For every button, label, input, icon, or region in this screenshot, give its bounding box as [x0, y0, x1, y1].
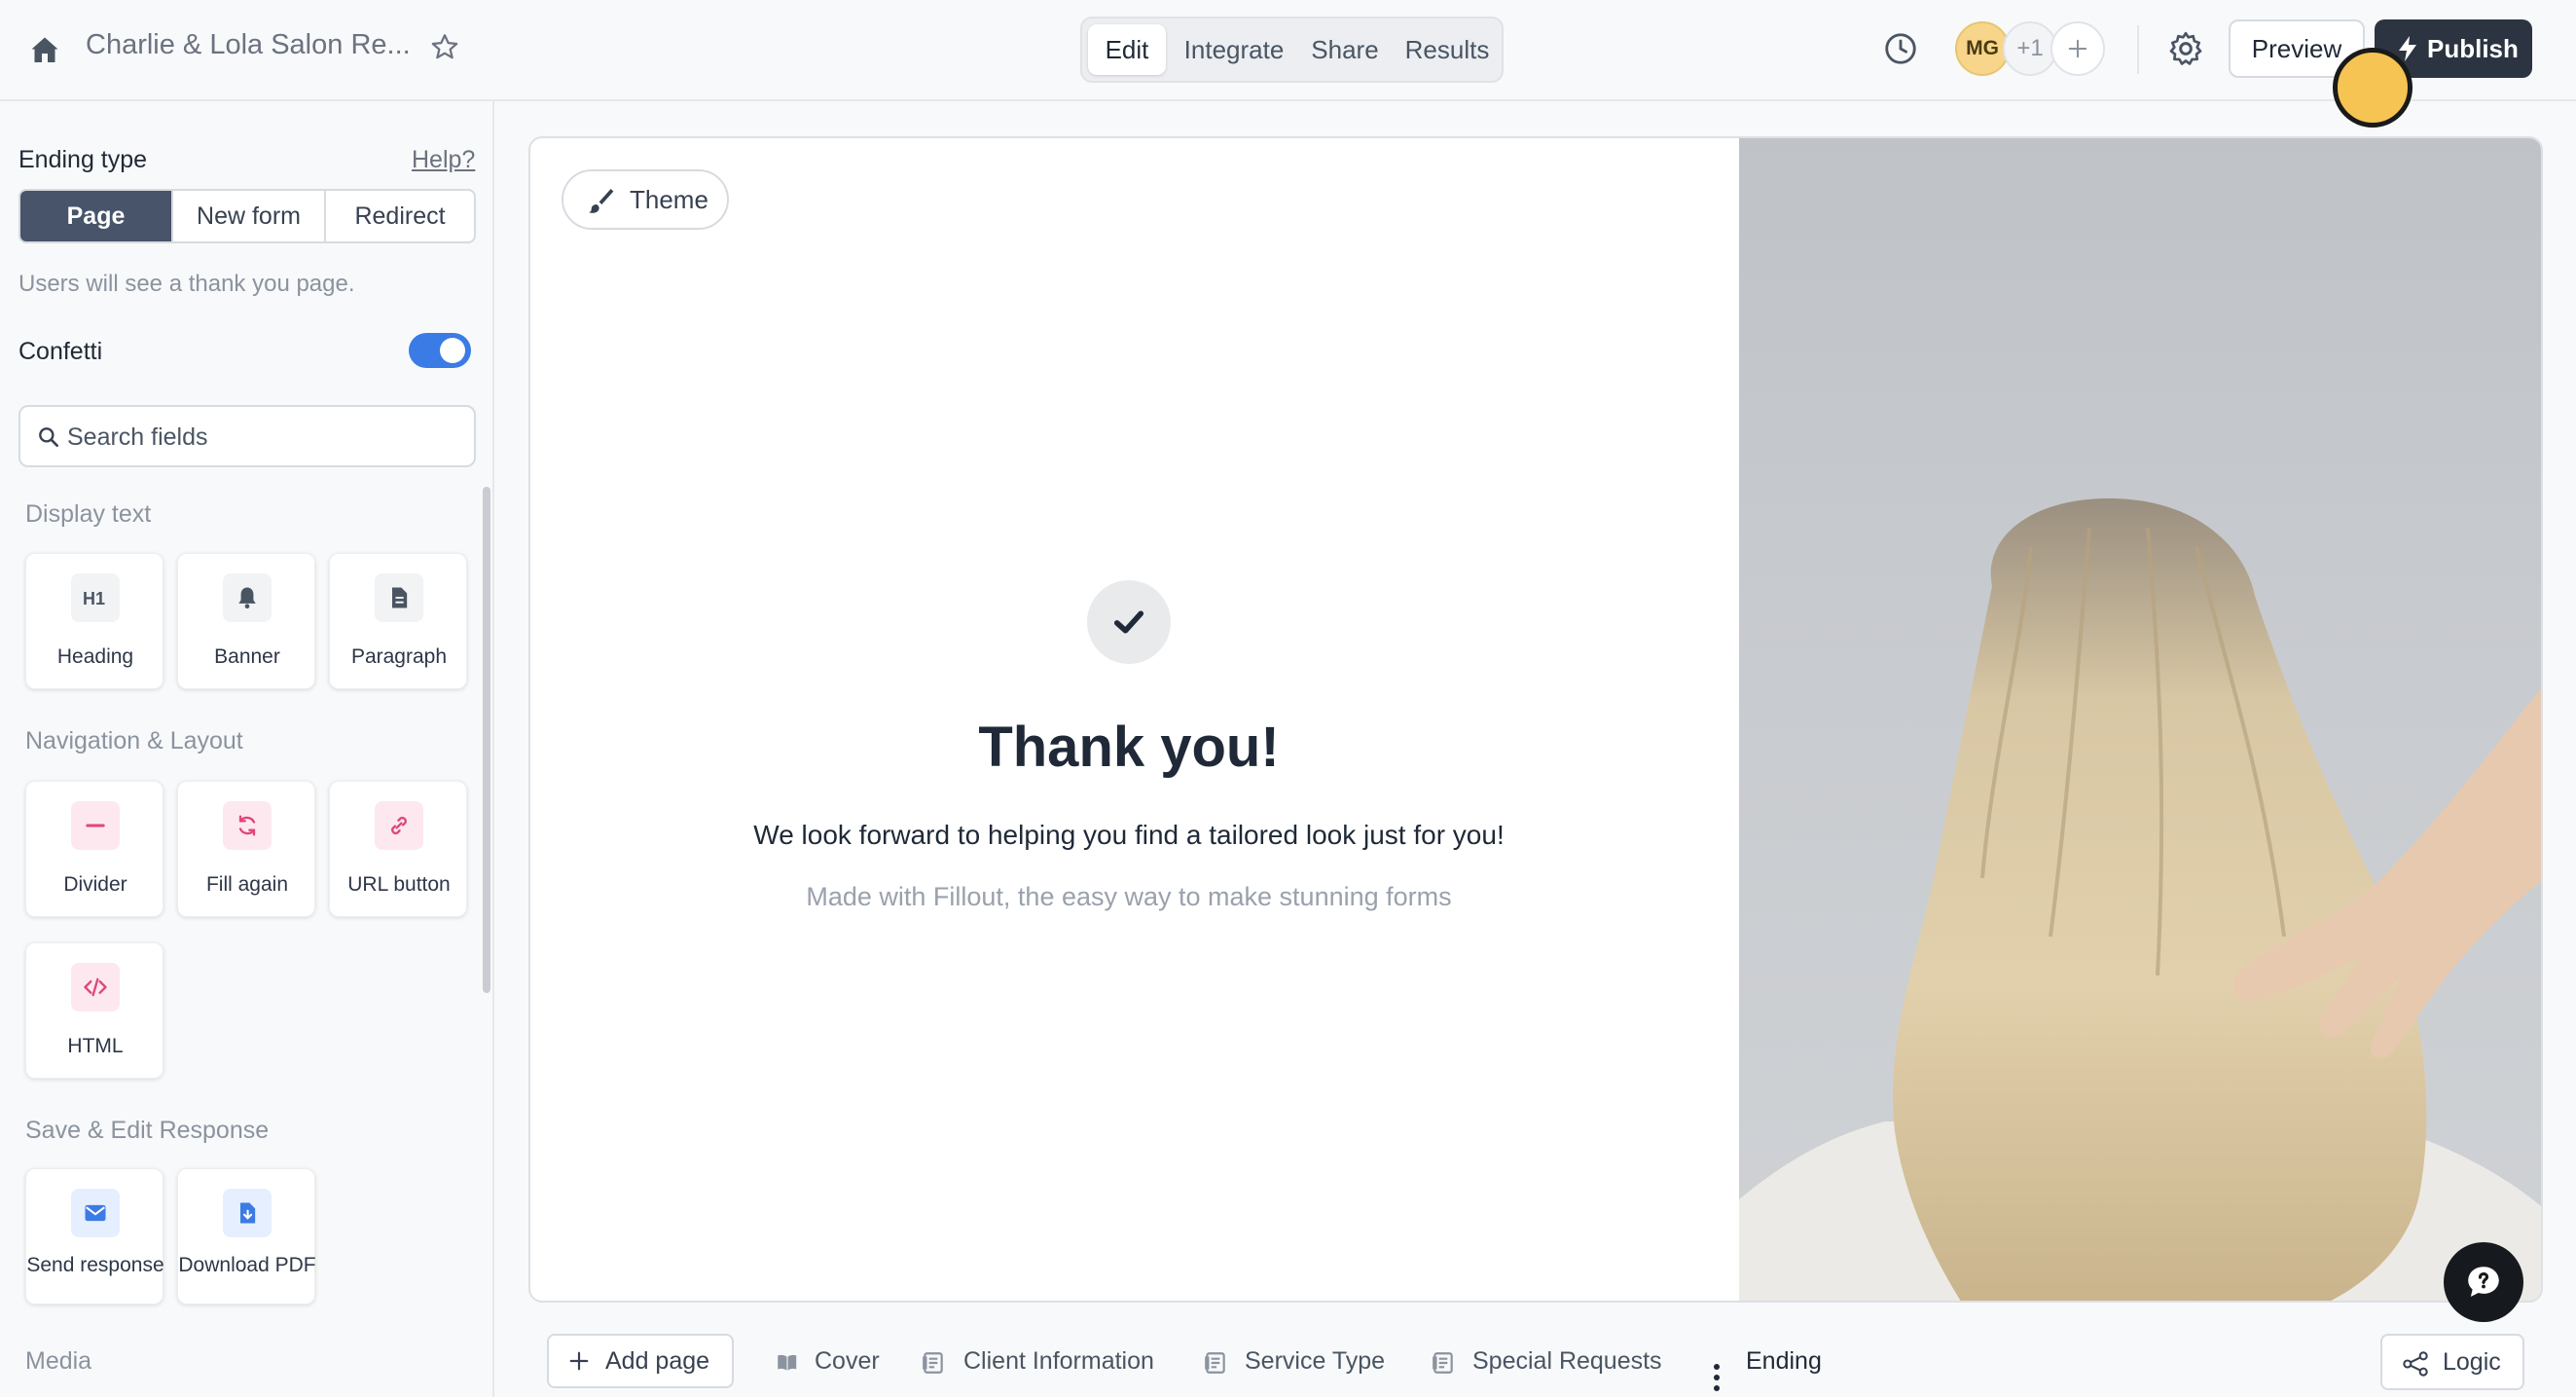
- support-chat-button[interactable]: [2444, 1242, 2523, 1322]
- page-tab-ending[interactable]: Ending: [1746, 1347, 1822, 1376]
- field-card-label: Paragraph: [350, 645, 448, 668]
- theme-button[interactable]: Theme: [562, 169, 729, 230]
- search-fields-box: [18, 405, 476, 467]
- field-card-label: Send response: [26, 1254, 164, 1276]
- field-card-label: URL button: [347, 873, 451, 896]
- help-link[interactable]: Help?: [412, 146, 475, 174]
- add-collaborator-button[interactable]: [2050, 21, 2105, 76]
- more-collaborators-badge[interactable]: +1: [2003, 21, 2057, 76]
- toolbar-divider: [2137, 25, 2139, 74]
- field-card-html[interactable]: HTML: [25, 942, 163, 1079]
- fillout-credit: Made with Fillout, the easy way to make …: [806, 882, 1452, 911]
- chat-question-icon: [2468, 1267, 2499, 1297]
- ending-title[interactable]: Thank you!: [530, 715, 1727, 780]
- kebab-icon[interactable]: [1713, 1363, 1721, 1392]
- section-title-media: Media: [25, 1347, 92, 1375]
- svg-text:H1: H1: [83, 589, 105, 608]
- heading-icon: H1: [71, 573, 120, 622]
- star-icon[interactable]: [428, 31, 461, 64]
- field-card-label: Banner: [214, 645, 280, 668]
- cover-photo: [1739, 138, 2541, 1301]
- plus-icon: [2068, 39, 2087, 58]
- tab-edit[interactable]: Edit: [1088, 24, 1166, 75]
- download-icon: [223, 1189, 272, 1237]
- add-page-button[interactable]: Add page: [547, 1334, 734, 1388]
- ending-helper-text: Users will see a thank you page.: [18, 271, 355, 297]
- section-title-navigation-layout: Navigation & Layout: [25, 727, 243, 754]
- section-title-save-edit-response: Save & Edit Response: [25, 1117, 270, 1144]
- top-bar: Charlie & Lola Salon Re... Edit Integrat…: [0, 0, 2576, 101]
- field-card-label: Heading: [56, 645, 134, 668]
- mode-tabs: Edit Integrate Share Results: [1080, 17, 1504, 83]
- field-card-download-pdf[interactable]: Download PDF: [177, 1168, 316, 1305]
- paintbrush-icon: [589, 189, 614, 213]
- toggle-knob: [440, 338, 465, 363]
- search-fields-input[interactable]: [67, 421, 456, 454]
- bell-icon: [223, 573, 272, 622]
- publish-label: Publish: [2427, 34, 2519, 63]
- field-card-fill-again[interactable]: Fill again: [177, 781, 315, 917]
- ending-option-redirect[interactable]: Redirect: [326, 191, 474, 241]
- theme-label: Theme: [630, 185, 708, 214]
- field-card-divider[interactable]: Divider: [25, 781, 163, 917]
- logic-button[interactable]: Logic: [2380, 1334, 2524, 1390]
- add-page-label: Add page: [605, 1347, 710, 1375]
- confetti-label: Confetti: [18, 338, 103, 365]
- ending-type-label: Ending type: [18, 146, 148, 173]
- field-card-label: Fill again: [205, 873, 289, 896]
- left-panel-scrollbar[interactable]: [483, 487, 490, 993]
- gear-icon[interactable]: [2166, 29, 2205, 68]
- book-icon: [778, 1354, 797, 1371]
- form-title[interactable]: Charlie & Lola Salon Re...: [86, 29, 411, 61]
- hair-photo-illustration: [1739, 498, 2541, 1301]
- refresh-icon: [223, 801, 272, 850]
- form-page-icon: [1433, 1352, 1453, 1374]
- form-page-icon: [1205, 1352, 1225, 1374]
- home-icon[interactable]: [27, 33, 62, 68]
- document-icon: [375, 573, 423, 622]
- divider-icon: [71, 801, 120, 850]
- page-tab-service-type[interactable]: Service Type: [1245, 1347, 1385, 1376]
- field-card-banner[interactable]: Banner: [177, 553, 315, 689]
- logic-label: Logic: [2443, 1348, 2501, 1376]
- code-icon: [71, 963, 120, 1011]
- cursor-highlight: [2333, 48, 2413, 128]
- form-page-icon: [923, 1352, 943, 1374]
- search-icon: [39, 427, 58, 447]
- page-tab-special-requests[interactable]: Special Requests: [1472, 1347, 1662, 1376]
- confetti-toggle[interactable]: [409, 333, 471, 368]
- tab-share[interactable]: Share: [1300, 24, 1390, 75]
- tab-results[interactable]: Results: [1396, 24, 1499, 75]
- field-card-label: HTML: [67, 1035, 124, 1057]
- ending-type-selector: Page New form Redirect: [18, 189, 476, 243]
- ending-message[interactable]: We look forward to helping you find a ta…: [530, 820, 1727, 851]
- field-card-label: Download PDF: [178, 1254, 316, 1276]
- avatar[interactable]: MG: [1955, 21, 2010, 76]
- success-check-icon: [1087, 580, 1171, 664]
- form-ending-canvas: Theme Thank you! We look forward to help…: [528, 136, 2543, 1303]
- field-card-paragraph[interactable]: Paragraph: [329, 553, 467, 689]
- link-icon: [375, 801, 423, 850]
- history-clock-icon[interactable]: [1882, 30, 1919, 67]
- page-tab-cover[interactable]: Cover: [815, 1347, 880, 1376]
- field-card-send-response[interactable]: Send response: [25, 1168, 164, 1305]
- tab-integrate[interactable]: Integrate: [1172, 24, 1296, 75]
- left-panel: Ending type Help? Page New form Redirect…: [0, 101, 494, 1397]
- mail-icon: [71, 1189, 120, 1237]
- section-title-display-text: Display text: [25, 500, 152, 528]
- ending-option-new-form[interactable]: New form: [173, 191, 324, 241]
- page-tab-client-information[interactable]: Client Information: [963, 1347, 1154, 1376]
- field-card-heading[interactable]: H1 Heading: [25, 553, 163, 689]
- ending-option-page[interactable]: Page: [20, 191, 171, 241]
- field-card-url-button[interactable]: URL button: [329, 781, 467, 917]
- share-nodes-icon: [2403, 1351, 2428, 1377]
- plus-icon: [569, 1351, 589, 1371]
- field-card-label: Divider: [63, 873, 127, 896]
